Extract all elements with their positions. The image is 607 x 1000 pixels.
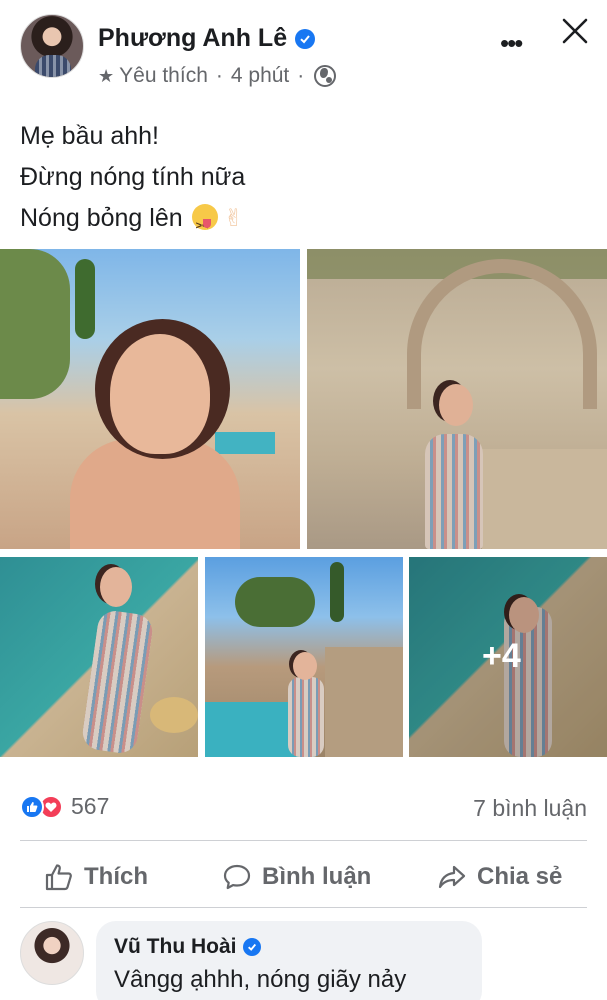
comment-bubble[interactable]: Vũ Thu Hoài Vângg ạhhh, nóng giãy nảy: [96, 921, 482, 1000]
commenter-name[interactable]: Vũ Thu Hoài: [114, 935, 237, 959]
close-button[interactable]: [560, 16, 590, 46]
post-header: Phương Anh Lê ★ Yêu thích · 4 phút · •••: [0, 0, 607, 100]
post-text-line: Nóng bỏng lên ✌: [20, 198, 245, 247]
share-arrow-icon: [438, 865, 466, 889]
more-photos-count: +4: [482, 637, 521, 675]
reaction-count: 567: [71, 793, 110, 819]
post-meta: ★ Yêu thích · 4 phút ·: [98, 64, 337, 88]
close-icon: [562, 18, 588, 44]
photo-3[interactable]: [0, 557, 198, 757]
photo-1[interactable]: [0, 249, 300, 549]
commenter-avatar[interactable]: [20, 921, 84, 985]
verified-badge-icon: [242, 938, 261, 956]
meta-separator: ·: [297, 64, 305, 87]
comment-text: Vângg ạhhh, nóng giãy nảy: [114, 966, 407, 993]
reactions-summary[interactable]: 567: [20, 793, 109, 820]
post-text-line: Đừng nóng tính nữa: [20, 163, 246, 191]
post-text: Mẹ bầu ahh! Đừng nóng tính nữa Nóng bỏng…: [20, 116, 246, 247]
star-icon: ★: [98, 65, 115, 86]
squinting-tongue-emoji-icon: [191, 204, 218, 247]
like-button[interactable]: Thích: [44, 848, 148, 906]
author-avatar[interactable]: [20, 14, 84, 78]
comment-bubble-icon: [223, 864, 251, 890]
share-label: Chia sẻ: [477, 863, 563, 890]
comment-label: Bình luận: [262, 863, 372, 890]
victory-hand-emoji-icon: ✌: [223, 205, 244, 232]
meta-separator: ·: [215, 64, 223, 87]
like-label: Thích: [84, 863, 148, 890]
action-bar: Thích Bình luận Chia sẻ: [0, 848, 607, 906]
verified-badge-icon: [295, 28, 316, 49]
photo-grid: +4: [0, 249, 607, 757]
post-text-line: Mẹ bầu ahh!: [20, 122, 159, 150]
thumbs-up-icon: [45, 864, 72, 891]
share-button[interactable]: Chia sẻ: [437, 848, 562, 906]
comment-count[interactable]: 7 bình luận: [473, 795, 587, 822]
like-icon: [20, 794, 44, 819]
photo-5-more[interactable]: +4: [409, 557, 607, 757]
photo-4[interactable]: [205, 557, 403, 757]
post-stats: 567 7 bình luận: [20, 793, 587, 823]
post-text-fragment: Nóng bỏng lên: [20, 204, 183, 232]
author-name[interactable]: Phương Anh Lê: [98, 24, 287, 53]
globe-icon: [314, 65, 337, 87]
photo-2[interactable]: [307, 249, 607, 549]
more-options-button[interactable]: •••: [500, 30, 523, 56]
post-time[interactable]: 4 phút: [231, 64, 289, 88]
author-name-row: Phương Anh Lê: [98, 24, 316, 53]
commenter-name-row: Vũ Thu Hoài: [114, 935, 261, 959]
audience-label[interactable]: Yêu thích: [119, 64, 208, 88]
divider: [20, 840, 587, 841]
comment-button[interactable]: Bình luận: [222, 848, 371, 906]
divider: [20, 907, 587, 908]
